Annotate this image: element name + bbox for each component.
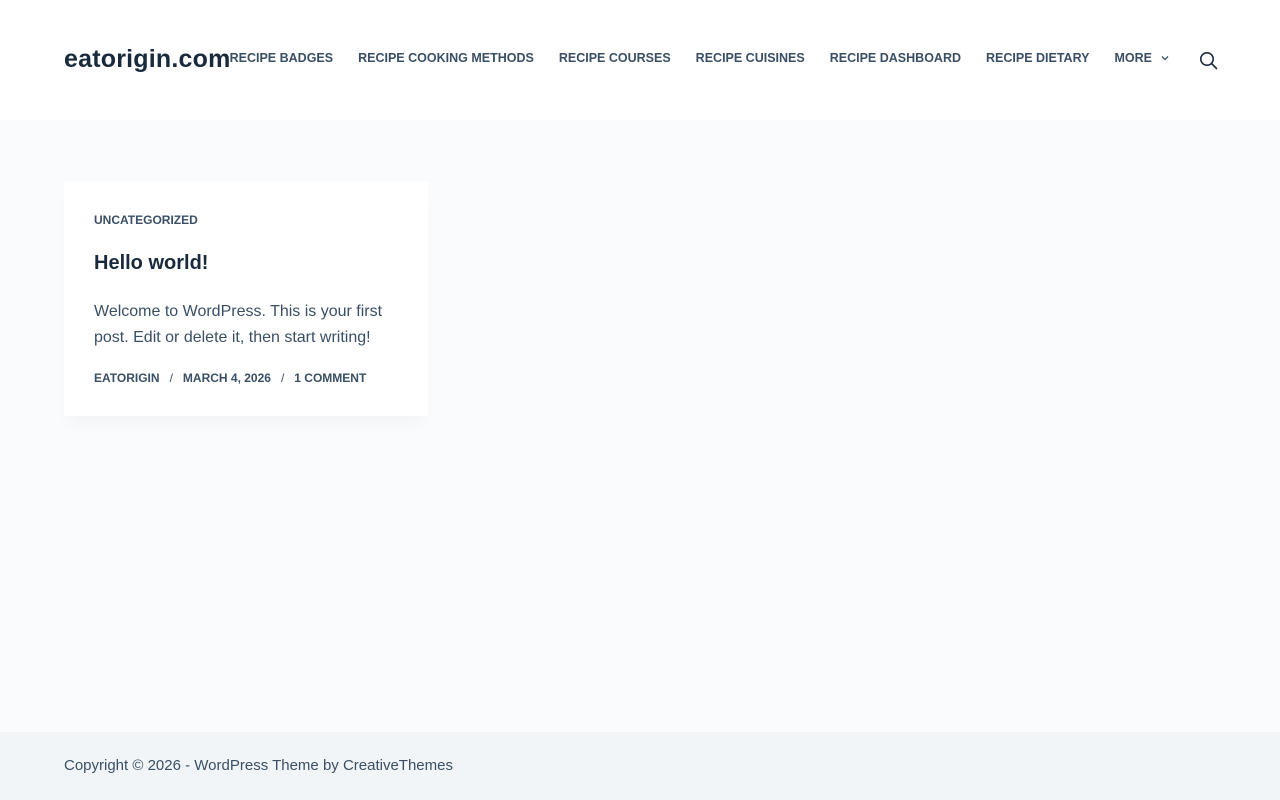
post-category-link[interactable]: UNCATEGORIZED xyxy=(94,213,198,227)
meta-separator: / xyxy=(169,371,173,385)
nav-item-recipe-cuisines[interactable]: RECIPE CUISINES xyxy=(696,51,805,65)
nav-item-more-label: MORE xyxy=(1114,51,1153,65)
post-excerpt: Welcome to WordPress. This is your first… xyxy=(94,303,383,346)
nav-item-more[interactable]: MORE xyxy=(1115,51,1171,65)
nav-item-recipe-dashboard[interactable]: RECIPE DASHBOARD xyxy=(830,51,961,65)
search-icon[interactable] xyxy=(1199,51,1218,70)
post-title-link[interactable]: Hello world! xyxy=(94,252,208,275)
post-author-link[interactable]: EATORIGIN xyxy=(94,371,160,385)
nav-item-recipe-dietary[interactable]: RECIPE DIETARY xyxy=(986,51,1090,65)
nav-item-recipe-cooking-methods[interactable]: RECIPE COOKING METHODS xyxy=(358,51,534,65)
site-title-link[interactable]: eatorigin.com xyxy=(64,45,231,74)
post-card: UNCATEGORIZED Hello world! Welcome to Wo… xyxy=(64,182,428,416)
main-navigation: RECIPE BADGES RECIPE COOKING METHODS REC… xyxy=(230,51,1170,65)
post-date-link[interactable]: MARCH 4, 2026 xyxy=(183,371,271,385)
chevron-down-icon xyxy=(1161,56,1169,61)
nav-item-recipe-badges[interactable]: RECIPE BADGES xyxy=(230,51,334,65)
nav-item-recipe-courses[interactable]: RECIPE COURSES xyxy=(559,51,671,65)
post-comments-link[interactable]: 1 COMMENT xyxy=(294,371,366,385)
copyright-text: Copyright © 2026 - WordPress Theme by Cr… xyxy=(64,757,453,774)
site-footer: Copyright © 2026 - WordPress Theme by Cr… xyxy=(0,732,1280,800)
post-meta: EATORIGIN / MARCH 4, 2026 / 1 COMMENT xyxy=(94,371,366,385)
meta-separator: / xyxy=(280,371,285,385)
site-header: eatorigin.com RECIPE BADGES RECIPE COOKI… xyxy=(0,0,1280,120)
